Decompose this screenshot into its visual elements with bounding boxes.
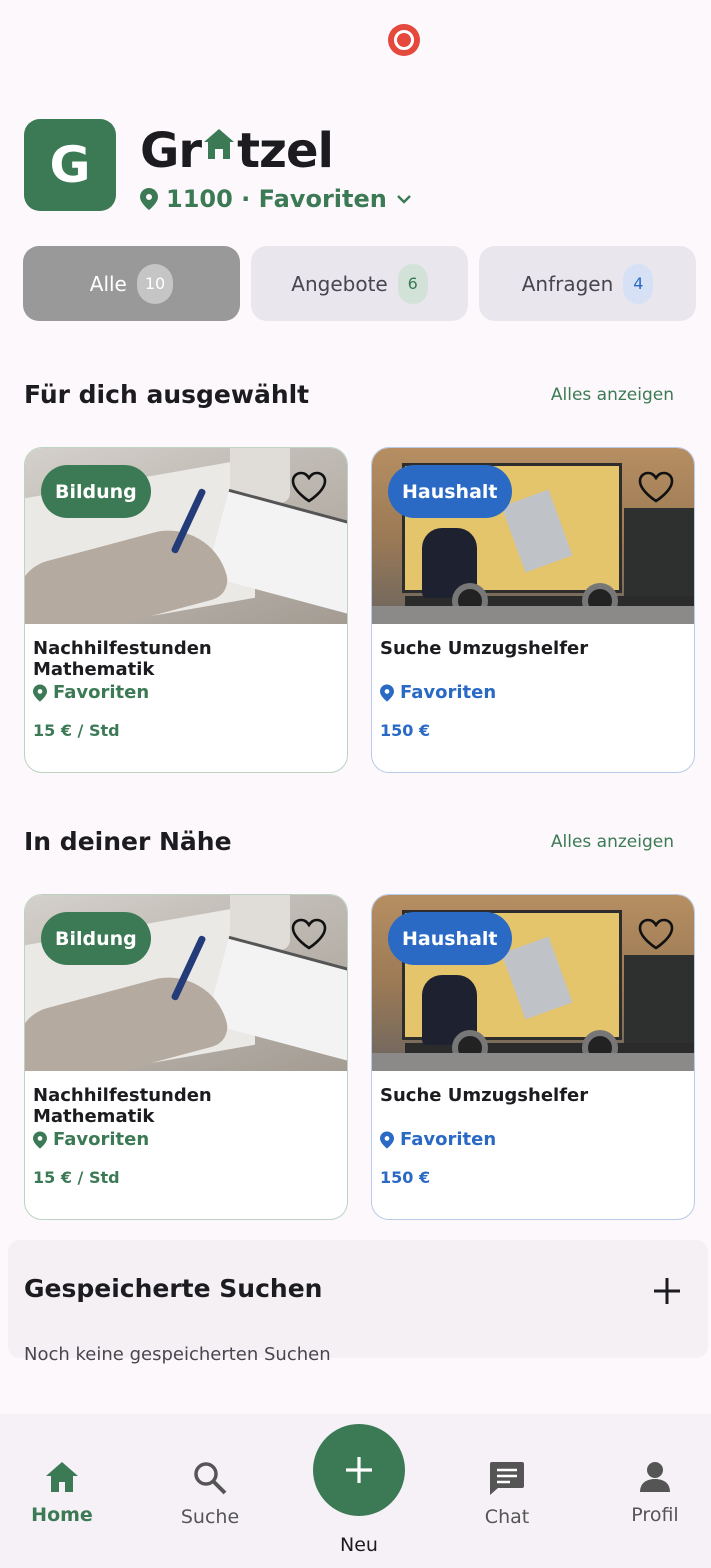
category-badge: Haushalt [388,912,512,965]
app-logo: G [24,119,116,211]
nav-search[interactable]: Suche [160,1460,260,1528]
listing-card[interactable]: Haushalt Suche Umzugshelfer Favoriten 15… [371,447,695,773]
card-row: Bildung Nachhilfestunden Mathematik Favo… [24,447,695,773]
listing-card[interactable]: Haushalt Suche Umzugshelfer Favoriten 15… [371,894,695,1220]
chip-count: 4 [623,263,654,304]
category-badge: Bildung [41,465,151,518]
plus-icon [346,1457,372,1483]
listing-card[interactable]: Bildung Nachhilfestunden Mathematik Favo… [24,894,348,1220]
status-bar [0,0,711,80]
location-pin-icon [33,683,47,702]
location-label: 1100 · Favoriten [166,185,387,213]
nav-label: Profil [631,1504,679,1526]
chip-count: 6 [397,263,428,304]
bottom-navigation: Home Suche Neu Chat Profil [0,1414,711,1568]
chevron-down-icon [396,195,411,204]
chat-icon [490,1462,524,1495]
add-icon[interactable] [650,1274,684,1308]
category-badge: Bildung [41,912,151,965]
heart-icon[interactable] [291,471,327,503]
listing-image: Haushalt [372,448,694,624]
nav-label: Home [31,1504,93,1526]
brand-name: Gr tzel [140,117,413,179]
listing-location: Favoriten [33,1129,339,1150]
section-title: Für dich ausgewählt [24,380,310,409]
brand-name-suffix: tzel [237,123,334,179]
nav-profile[interactable]: Profil [605,1460,705,1526]
listing-location: Favoriten [380,1129,686,1150]
section-title: In deiner Nähe [24,827,232,856]
listing-title: Suche Umzugshelfer [380,1085,589,1106]
chip-label: Anfragen [521,271,614,296]
card-row: Bildung Nachhilfestunden Mathematik Favo… [24,894,695,1220]
listing-price: 150 € [380,1168,431,1187]
saved-searches-empty: Noch keine gespeicherten Suchen [24,1344,331,1365]
nav-home[interactable]: Home [12,1460,112,1526]
listing-title: Suche Umzugshelfer [380,638,589,659]
listing-image: Bildung [25,448,347,624]
house-icon [202,117,236,173]
filter-chip-all[interactable]: Alle 10 [23,246,240,321]
nav-label: Chat [484,1506,530,1528]
app-header: G Gr tzel 1100 · Favoriten [24,117,413,213]
show-all-link[interactable]: Alles anzeigen [551,832,674,852]
screen-record-icon[interactable] [388,24,420,56]
location-pin-icon [33,1130,47,1149]
chip-label: Alle [89,271,127,296]
show-all-link[interactable]: Alles anzeigen [551,385,674,405]
listing-title: Nachhilfestunden Mathematik [33,638,212,680]
listing-price: 15 € / Std [33,721,120,740]
listing-price: 150 € [380,721,431,740]
section-header: Für dich ausgewählt Alles anzeigen [24,380,674,409]
chip-label: Angebote [291,271,388,296]
listing-location-label: Favoriten [400,682,497,703]
nav-label-new: Neu [340,1534,378,1556]
listing-image: Haushalt [372,895,694,1071]
location-pin-icon [380,1130,394,1149]
location-pin-icon [140,188,158,210]
filter-chip-offers[interactable]: Angebote 6 [251,246,468,321]
listing-title: Nachhilfestunden Mathematik [33,1085,212,1127]
search-icon [194,1462,227,1495]
listing-card[interactable]: Bildung Nachhilfestunden Mathematik Favo… [24,447,348,773]
location-pin-icon [380,683,394,702]
filter-chip-requests[interactable]: Anfragen 4 [479,246,696,321]
filter-chips: Alle 10 Angebote 6 Anfragen 4 [23,246,696,321]
listing-location-label: Favoriten [53,1129,150,1150]
listing-location-label: Favoriten [53,682,150,703]
brand-block: Gr tzel 1100 · Favoriten [140,117,413,213]
chip-count: 10 [136,263,174,304]
heart-icon[interactable] [291,918,327,950]
location-selector[interactable]: 1100 · Favoriten [140,185,413,213]
brand-name-prefix: Gr [140,123,202,179]
nav-label: Suche [180,1506,240,1528]
listing-image: Bildung [25,895,347,1071]
category-badge: Haushalt [388,465,512,518]
home-icon [46,1462,78,1492]
section-header: In deiner Nähe Alles anzeigen [24,827,674,856]
saved-searches-header: Gespeicherte Suchen [24,1274,684,1304]
nav-chat[interactable]: Chat [457,1460,557,1528]
heart-icon[interactable] [638,471,674,503]
listing-location-label: Favoriten [400,1129,497,1150]
new-post-button[interactable] [313,1424,405,1516]
listing-price: 15 € / Std [33,1168,120,1187]
listing-location: Favoriten [380,682,686,703]
profile-icon [640,1462,670,1492]
listing-location: Favoriten [33,682,339,703]
saved-searches-title: Gespeicherte Suchen [24,1274,323,1303]
heart-icon[interactable] [638,918,674,950]
